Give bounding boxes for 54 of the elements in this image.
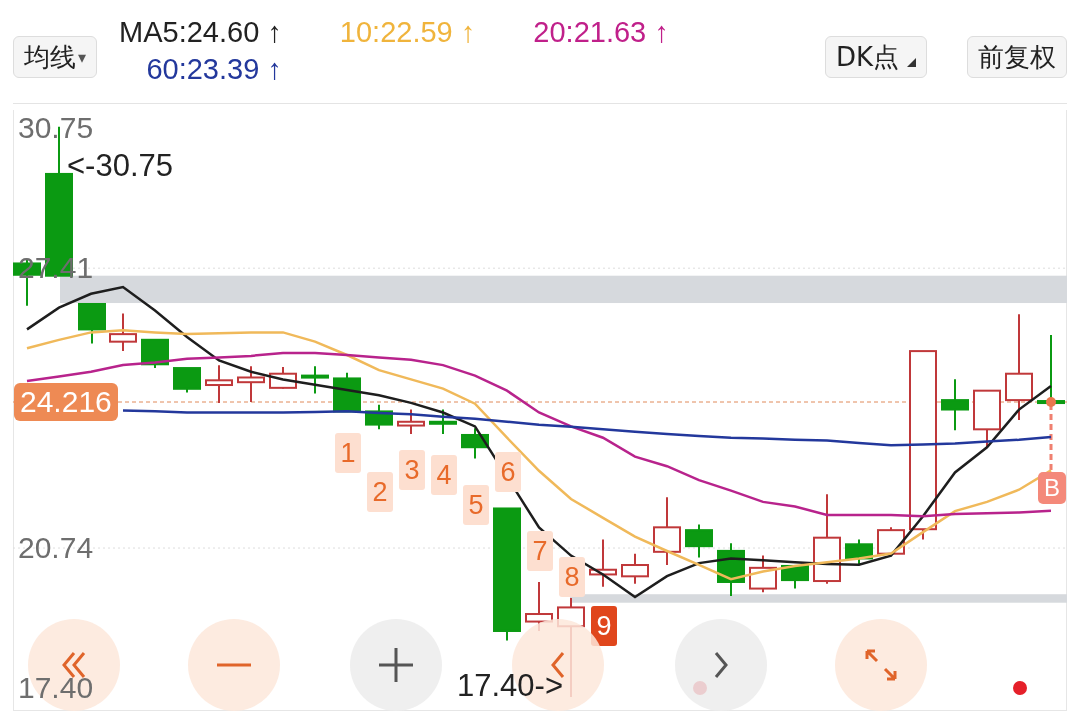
y-tick-label: 20.74 — [18, 532, 94, 565]
signal-count-tag: 8 — [559, 557, 585, 597]
moving-average-value: 20:21.63 ↑ — [533, 16, 669, 49]
expand-icon — [865, 649, 897, 681]
candlestick — [173, 367, 201, 394]
candlestick — [78, 303, 106, 345]
moving-average-value: 60:23.39 ↑ — [145, 53, 282, 86]
candlestick — [237, 365, 265, 403]
moving-average-value: MA5:24.60 ↑ — [119, 16, 282, 49]
y-tick-label: 30.75 — [18, 112, 94, 145]
signal-count-tag: 9 — [591, 606, 617, 646]
candlestick — [941, 378, 969, 432]
corner-icon — [907, 58, 916, 67]
candlestick — [397, 408, 425, 436]
event-dot — [1013, 681, 1027, 695]
y-tick-label: 17.40 — [18, 672, 94, 705]
dk-point-button[interactable]: DK点 — [824, 36, 927, 78]
signal-count-tag: 3 — [399, 450, 425, 490]
candlestick — [269, 366, 297, 390]
signal-count-tag: 1 — [335, 433, 361, 473]
candlestick — [845, 538, 873, 566]
candlestick — [749, 554, 777, 594]
signal-count-tag: 4 — [431, 455, 457, 495]
signal-count-tag: 5 — [463, 485, 489, 525]
candlestick — [653, 496, 681, 566]
candlestick — [589, 538, 617, 588]
current-price-tag: 24.216 — [14, 383, 118, 421]
signal-count-tag: 6 — [495, 452, 521, 492]
moving-average-value: 10:22.59 ↑ — [339, 16, 476, 49]
double-chevron-icon — [62, 651, 86, 679]
high-price-marker: <-30.75 — [67, 148, 173, 184]
candlestick — [781, 564, 809, 590]
minus-icon — [217, 663, 251, 667]
signal-count-tag: 7 — [527, 531, 553, 571]
signal-count-tag: 2 — [367, 472, 393, 512]
candlestick — [301, 365, 329, 395]
candlestick — [461, 427, 489, 460]
candlestick — [973, 389, 1001, 449]
candlestick — [621, 552, 649, 585]
candlestick — [141, 338, 169, 370]
candlestick — [365, 403, 393, 431]
candlestick — [205, 364, 233, 404]
candlestick — [877, 526, 905, 555]
low-price-marker: 17.40-> — [457, 668, 563, 704]
candlestick — [429, 408, 457, 436]
ma-menu-button[interactable]: 均线▾ — [13, 36, 98, 78]
current-point-dot — [1046, 397, 1056, 407]
candlestick — [109, 312, 137, 353]
candlestick — [717, 542, 745, 598]
plus-icon — [379, 648, 413, 682]
buy-signal-badge: B — [1038, 472, 1066, 504]
chevron-right-icon — [714, 651, 728, 679]
price-adjust-button[interactable]: 前复权 — [967, 36, 1067, 78]
candlestick — [685, 523, 713, 559]
